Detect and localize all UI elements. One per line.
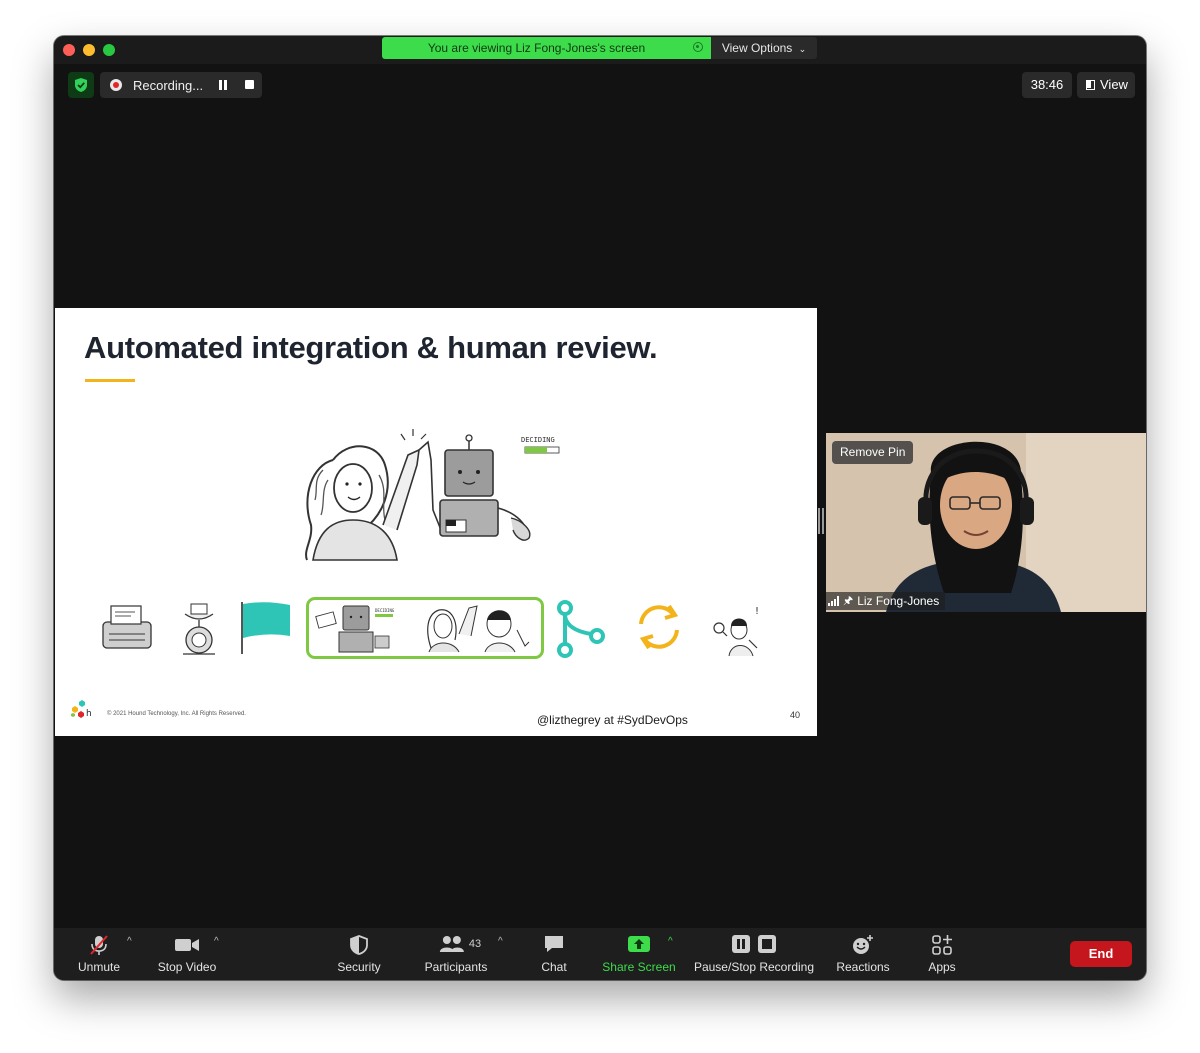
minimize-window-button[interactable] xyxy=(83,44,95,56)
stop-recording-icon[interactable] xyxy=(245,80,254,89)
pause-recording-icon[interactable] xyxy=(219,80,227,90)
chat-button[interactable]: Chat xyxy=(534,932,574,978)
unmute-button[interactable]: Unmute xyxy=(68,932,130,978)
stop-icon xyxy=(758,935,776,953)
meeting-timer: 38:46 xyxy=(1022,72,1072,98)
reaction-smiley-icon xyxy=(853,935,873,954)
pin-icon: 🖈 xyxy=(843,595,854,607)
resize-divider-handle[interactable] xyxy=(818,508,824,534)
high-five-thumbnail: DECIDING xyxy=(315,605,530,653)
security-button[interactable]: Security xyxy=(330,932,388,978)
signal-strength-icon xyxy=(828,596,839,606)
chat-bubble-icon xyxy=(545,936,563,952)
stop-video-label: Stop Video xyxy=(157,960,217,974)
apps-icon xyxy=(932,935,952,955)
recording-label: Recording... xyxy=(133,78,204,93)
slide-filmstrip: DECIDING ! xyxy=(55,597,817,670)
title-bar: You are viewing Liz Fong-Jones's screen … xyxy=(54,36,1146,64)
share-options-caret-icon[interactable]: ^ xyxy=(668,936,673,947)
unmute-label: Unmute xyxy=(77,960,121,974)
muted-microphone-icon xyxy=(90,935,108,955)
remove-pin-button[interactable]: Remove Pin xyxy=(832,441,914,464)
reactions-button[interactable]: Reactions xyxy=(832,932,894,978)
shared-slide: Automated integration & human review. DE… xyxy=(55,308,817,736)
screen-share-status-icon xyxy=(693,42,703,52)
fullscreen-window-button[interactable] xyxy=(103,44,115,56)
audio-options-caret-icon[interactable]: ^ xyxy=(127,936,132,947)
apps-button[interactable]: Apps xyxy=(922,932,962,978)
screen-share-banner-text: You are viewing Liz Fong-Jones's screen xyxy=(427,41,646,55)
chat-label: Chat xyxy=(541,960,567,974)
participant-video[interactable]: Remove Pin 🖈 Liz Fong-Jones xyxy=(826,433,1146,612)
pause-stop-recording-button[interactable]: Pause/Stop Recording xyxy=(692,932,816,978)
view-layout-icon xyxy=(1086,80,1095,90)
meeting-toolbar: Unmute ^ Stop Video ^ Security 43 Partic… xyxy=(54,928,1146,980)
view-label: View xyxy=(1100,77,1128,92)
high-five-illustration: DECIDING xyxy=(305,429,560,561)
view-options-button[interactable]: View Options ⌄ xyxy=(711,37,817,59)
security-label: Security xyxy=(337,960,381,974)
scale-thumbnail xyxy=(183,603,215,655)
participants-count: 43 xyxy=(468,938,482,950)
reactions-label: Reactions xyxy=(836,960,890,974)
honeycomb-logo: h xyxy=(71,700,92,719)
chevron-down-icon: ⌄ xyxy=(798,44,807,54)
participants-button[interactable]: 43 Participants xyxy=(420,932,492,978)
view-button[interactable]: View xyxy=(1077,72,1135,98)
share-screen-icon xyxy=(628,936,650,952)
zoom-window: You are viewing Liz Fong-Jones's screen … xyxy=(54,36,1146,980)
logo-text: h xyxy=(86,709,92,719)
security-shield-icon[interactable] xyxy=(68,72,94,98)
apps-label: Apps xyxy=(928,960,956,974)
participants-options-caret-icon[interactable]: ^ xyxy=(498,936,503,947)
participants-label: Participants xyxy=(424,960,488,974)
exclamation-icon: ! xyxy=(755,606,759,617)
close-window-button[interactable] xyxy=(63,44,75,56)
git-branch-thumbnail xyxy=(557,600,605,658)
typewriter-thumbnail xyxy=(102,605,152,649)
recording-indicator: Recording... xyxy=(100,72,262,98)
investigator-thumbnail: ! xyxy=(713,606,759,657)
title-underline xyxy=(85,379,135,382)
stop-video-button[interactable]: Stop Video xyxy=(152,932,222,978)
speaker-handle: @lizthegrey at #SydDevOps xyxy=(537,713,688,727)
share-screen-label: Share Screen xyxy=(602,960,676,974)
end-meeting-button[interactable]: End xyxy=(1070,941,1132,967)
copyright-text: © 2021 Hound Technology, Inc. All Rights… xyxy=(107,711,246,717)
refresh-cycle-thumbnail xyxy=(639,604,679,650)
record-dot-icon xyxy=(110,79,122,91)
filmstrip-deciding-caption: DECIDING xyxy=(375,608,395,613)
flag-thumbnail xyxy=(241,602,290,654)
view-options-label: View Options xyxy=(721,41,793,55)
pause-icon xyxy=(732,935,750,953)
video-camera-icon xyxy=(175,939,199,951)
pause-stop-recording-label: Pause/Stop Recording xyxy=(693,960,815,974)
slide-title: Automated integration & human review. xyxy=(84,330,658,365)
deciding-caption: DECIDING xyxy=(521,436,555,444)
slide-page-number: 40 xyxy=(790,710,801,720)
screen-share-banner: You are viewing Liz Fong-Jones's screen xyxy=(382,37,711,59)
participant-name: Liz Fong-Jones xyxy=(857,594,940,608)
participants-icon xyxy=(439,936,464,952)
video-options-caret-icon[interactable]: ^ xyxy=(214,936,219,947)
current-slide-thumbnail[interactable]: DECIDING xyxy=(306,597,544,659)
participant-name-tag: 🖈 Liz Fong-Jones xyxy=(826,592,946,610)
share-screen-button[interactable]: Share Screen xyxy=(600,932,678,978)
security-shield-icon xyxy=(350,935,368,955)
